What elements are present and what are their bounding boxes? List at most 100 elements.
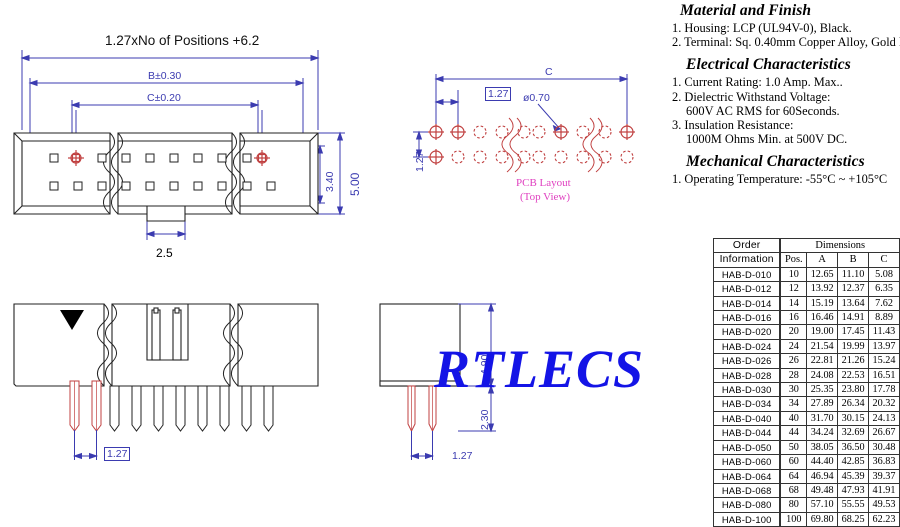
pcb-dimension-lines — [413, 74, 629, 159]
header-pos: Pos. — [779, 252, 808, 268]
table-row: HAB-D-050 50 38.05 36.50 30.48 — [713, 439, 900, 456]
table-row: HAB-D-068 68 49.48 47.93 41.91 — [713, 482, 900, 499]
cell-order: HAB-D-010 — [713, 266, 781, 283]
cell-a: 69.80 — [806, 511, 839, 527]
dim-2-30-label: 2.30 — [479, 409, 491, 430]
pcb-holes — [428, 117, 635, 173]
cell-b: 68.25 — [837, 511, 870, 527]
cell-pos: 30 — [779, 382, 808, 398]
cell-a: 31.70 — [806, 410, 839, 427]
table-row: HAB-D-040 40 31.70 30.15 24.13 — [713, 410, 900, 427]
cell-order: HAB-D-016 — [713, 310, 781, 326]
side-pins — [407, 385, 437, 433]
cell-b: 12.37 — [837, 281, 870, 297]
cell-order: HAB-D-020 — [713, 324, 781, 340]
header-order: Order — [713, 237, 781, 254]
cell-pos: 20 — [779, 324, 808, 340]
cell-b: 32.69 — [837, 425, 870, 441]
spec-line: 2. Dielectric Withstand Voltage: — [672, 89, 831, 104]
cell-order: HAB-D-080 — [713, 497, 781, 513]
dim-b-label: B±0.30 — [148, 70, 182, 82]
table-row: HAB-D-060 60 44.40 42.85 36.83 — [713, 454, 900, 470]
cell-a: 19.00 — [806, 324, 839, 340]
cell-b: 11.10 — [837, 266, 870, 283]
spec-heading: Electrical Characteristics — [686, 56, 851, 74]
cell-b: 45.39 — [837, 468, 870, 484]
cell-pos: 68 — [779, 482, 808, 499]
pcb-pitch-horizontal-label: 1.27 — [485, 87, 512, 101]
table-row: HAB-D-020 20 19.00 17.45 11.43 — [713, 324, 900, 340]
cell-a: 24.08 — [806, 367, 839, 384]
cell-c: 7.62 — [868, 295, 900, 312]
cell-pos: 44 — [779, 425, 808, 441]
cell-pos: 80 — [779, 497, 808, 513]
cell-c: 8.89 — [868, 310, 900, 326]
spec-section: Electrical Characteristics 1. Current Rat… — [672, 56, 900, 146]
order-information-table: Order Dimensions Information Pos. A B C … — [713, 237, 900, 527]
cell-pos: 16 — [779, 310, 808, 326]
top-dimension-title: 1.27xNo of Positions +6.2 — [105, 33, 260, 48]
table-row: HAB-D-024 24 21.54 19.99 13.97 — [713, 338, 900, 355]
header-order-information: Information — [713, 252, 781, 268]
table-row: HAB-D-010 10 12.65 11.10 5.08 — [713, 266, 900, 283]
spec-line: 2. Terminal: Sq. 0.40mm Copper Alloy, Go… — [672, 35, 900, 50]
cell-pos: 24 — [779, 338, 808, 355]
table-row: HAB-D-012 12 13.92 12.37 6.35 — [713, 281, 900, 297]
cell-pos: 100 — [779, 511, 808, 527]
table-row: HAB-D-014 14 15.19 13.64 7.62 — [713, 295, 900, 312]
connector-body-outline — [13, 132, 319, 222]
spec-line: 3. Insulation Resistance: — [672, 118, 794, 133]
spec-line: 600V AC RMS for 60Seconds. — [686, 103, 840, 118]
cell-a: 12.65 — [806, 266, 839, 283]
cell-b: 23.80 — [837, 382, 870, 398]
cell-order: HAB-D-034 — [713, 396, 781, 412]
cell-pos: 50 — [779, 439, 808, 456]
cell-order: HAB-D-024 — [713, 338, 781, 355]
spec-heading: Material and Finish — [680, 2, 812, 19]
front-pitch-label: 1.27 — [104, 447, 131, 461]
table-header-row-1: Order Dimensions — [713, 237, 900, 254]
cell-pos: 26 — [779, 353, 808, 369]
cell-order: HAB-D-068 — [713, 482, 781, 499]
cell-b: 55.55 — [837, 497, 870, 513]
cell-a: 16.46 — [806, 310, 839, 326]
pin-row — [69, 380, 274, 437]
cell-c: 20.32 — [868, 396, 900, 412]
cell-a: 57.10 — [806, 497, 839, 513]
cell-b: 42.85 — [837, 454, 870, 470]
cell-order: HAB-D-060 — [713, 454, 781, 470]
cell-pos: 40 — [779, 410, 808, 427]
table-row: HAB-D-064 64 46.94 45.39 39.37 — [713, 468, 900, 484]
dim-3-40-label: 3.40 — [324, 171, 336, 192]
front-pitch-dimension — [72, 430, 99, 460]
cell-a: 46.94 — [806, 468, 839, 484]
pcb-pitch-vertical-label: 1.27 — [414, 151, 426, 172]
cell-a: 21.54 — [806, 338, 839, 355]
cell-c: 16.51 — [868, 367, 900, 384]
cell-order: HAB-D-044 — [713, 425, 781, 441]
cell-b: 17.45 — [837, 324, 870, 340]
cell-pos: 10 — [779, 266, 808, 283]
spec-line: 1000M Ohms Min. at 500V DC. — [686, 132, 848, 147]
header-dimensions: Dimensions — [779, 237, 900, 254]
cell-c: 6.35 — [868, 281, 900, 297]
spec-section: Material and Finish 1. Housing: LCP (UL94… — [672, 2, 900, 49]
dim-c-label: C±0.20 — [147, 92, 181, 104]
table-row: HAB-D-030 30 25.35 23.80 17.78 — [713, 382, 900, 398]
pcb-layout-subtitle: (Top View) — [520, 191, 570, 203]
table-row: HAB-D-026 26 22.81 21.26 15.24 — [713, 353, 900, 369]
spec-line: 1. Current Rating: 1.0 Amp. Max.. — [672, 75, 843, 90]
cell-b: 36.50 — [837, 439, 870, 456]
cell-c: 62.23 — [868, 511, 900, 527]
cell-c: 41.91 — [868, 482, 900, 499]
cell-c: 30.48 — [868, 439, 900, 456]
rtlecs-watermark: RTLECS — [434, 339, 645, 399]
cell-c: 24.13 — [868, 410, 900, 427]
front-body-outline — [13, 303, 319, 387]
table-body: HAB-D-010 10 12.65 11.10 5.08 HAB-D-012 12 13.9… — [713, 266, 900, 527]
cell-b: 14.91 — [837, 310, 870, 326]
spec-section: Mechanical Characteristics 1. Operating T… — [672, 153, 900, 186]
spec-line: 1. Operating Temperature: -55°C ~ +105°C — [672, 172, 888, 187]
front-view-drawing — [0, 280, 350, 525]
cell-pos: 14 — [779, 295, 808, 312]
